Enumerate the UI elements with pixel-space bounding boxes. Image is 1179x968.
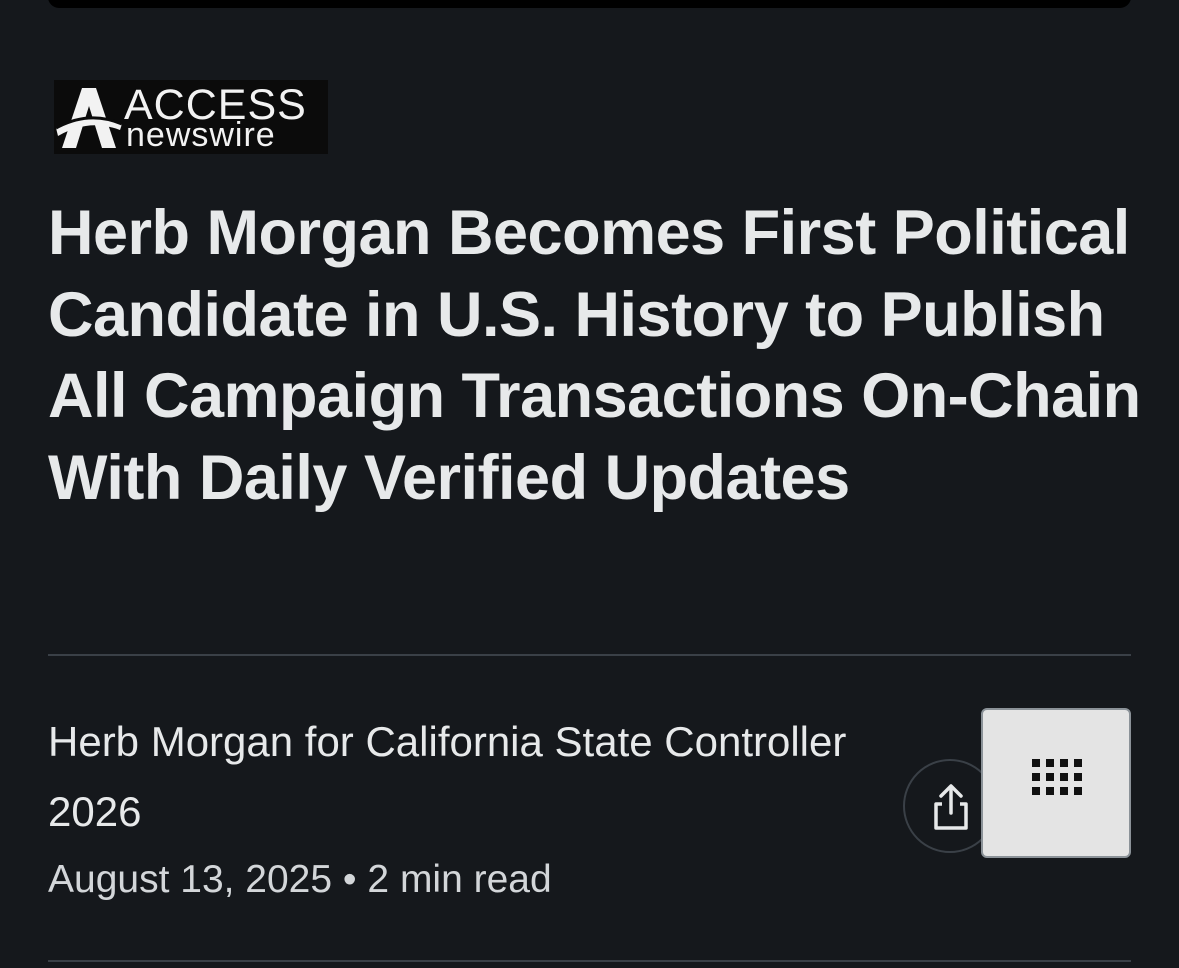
meta-separator: • bbox=[342, 858, 357, 901]
article-date: August 13, 2025 bbox=[48, 858, 333, 901]
divider-bottom bbox=[48, 960, 1131, 962]
logo-sub-text: newswire bbox=[126, 116, 276, 154]
grid-dots-icon bbox=[1032, 759, 1082, 795]
divider-top bbox=[48, 654, 1131, 656]
article-read-time: 2 min read bbox=[367, 858, 552, 901]
access-a-logo-icon bbox=[55, 88, 123, 148]
article-meta: August 13, 2025 • 2 min read bbox=[48, 855, 552, 905]
article-author[interactable]: Herb Morgan for California State Control… bbox=[48, 707, 868, 847]
top-media-card-edge bbox=[48, 0, 1131, 8]
grid-menu-button[interactable] bbox=[981, 708, 1131, 858]
share-icon bbox=[934, 784, 968, 830]
access-newswire-logo: ACCESS newswire bbox=[54, 80, 328, 154]
article-headline: Herb Morgan Becomes First Political Cand… bbox=[48, 198, 1141, 513]
